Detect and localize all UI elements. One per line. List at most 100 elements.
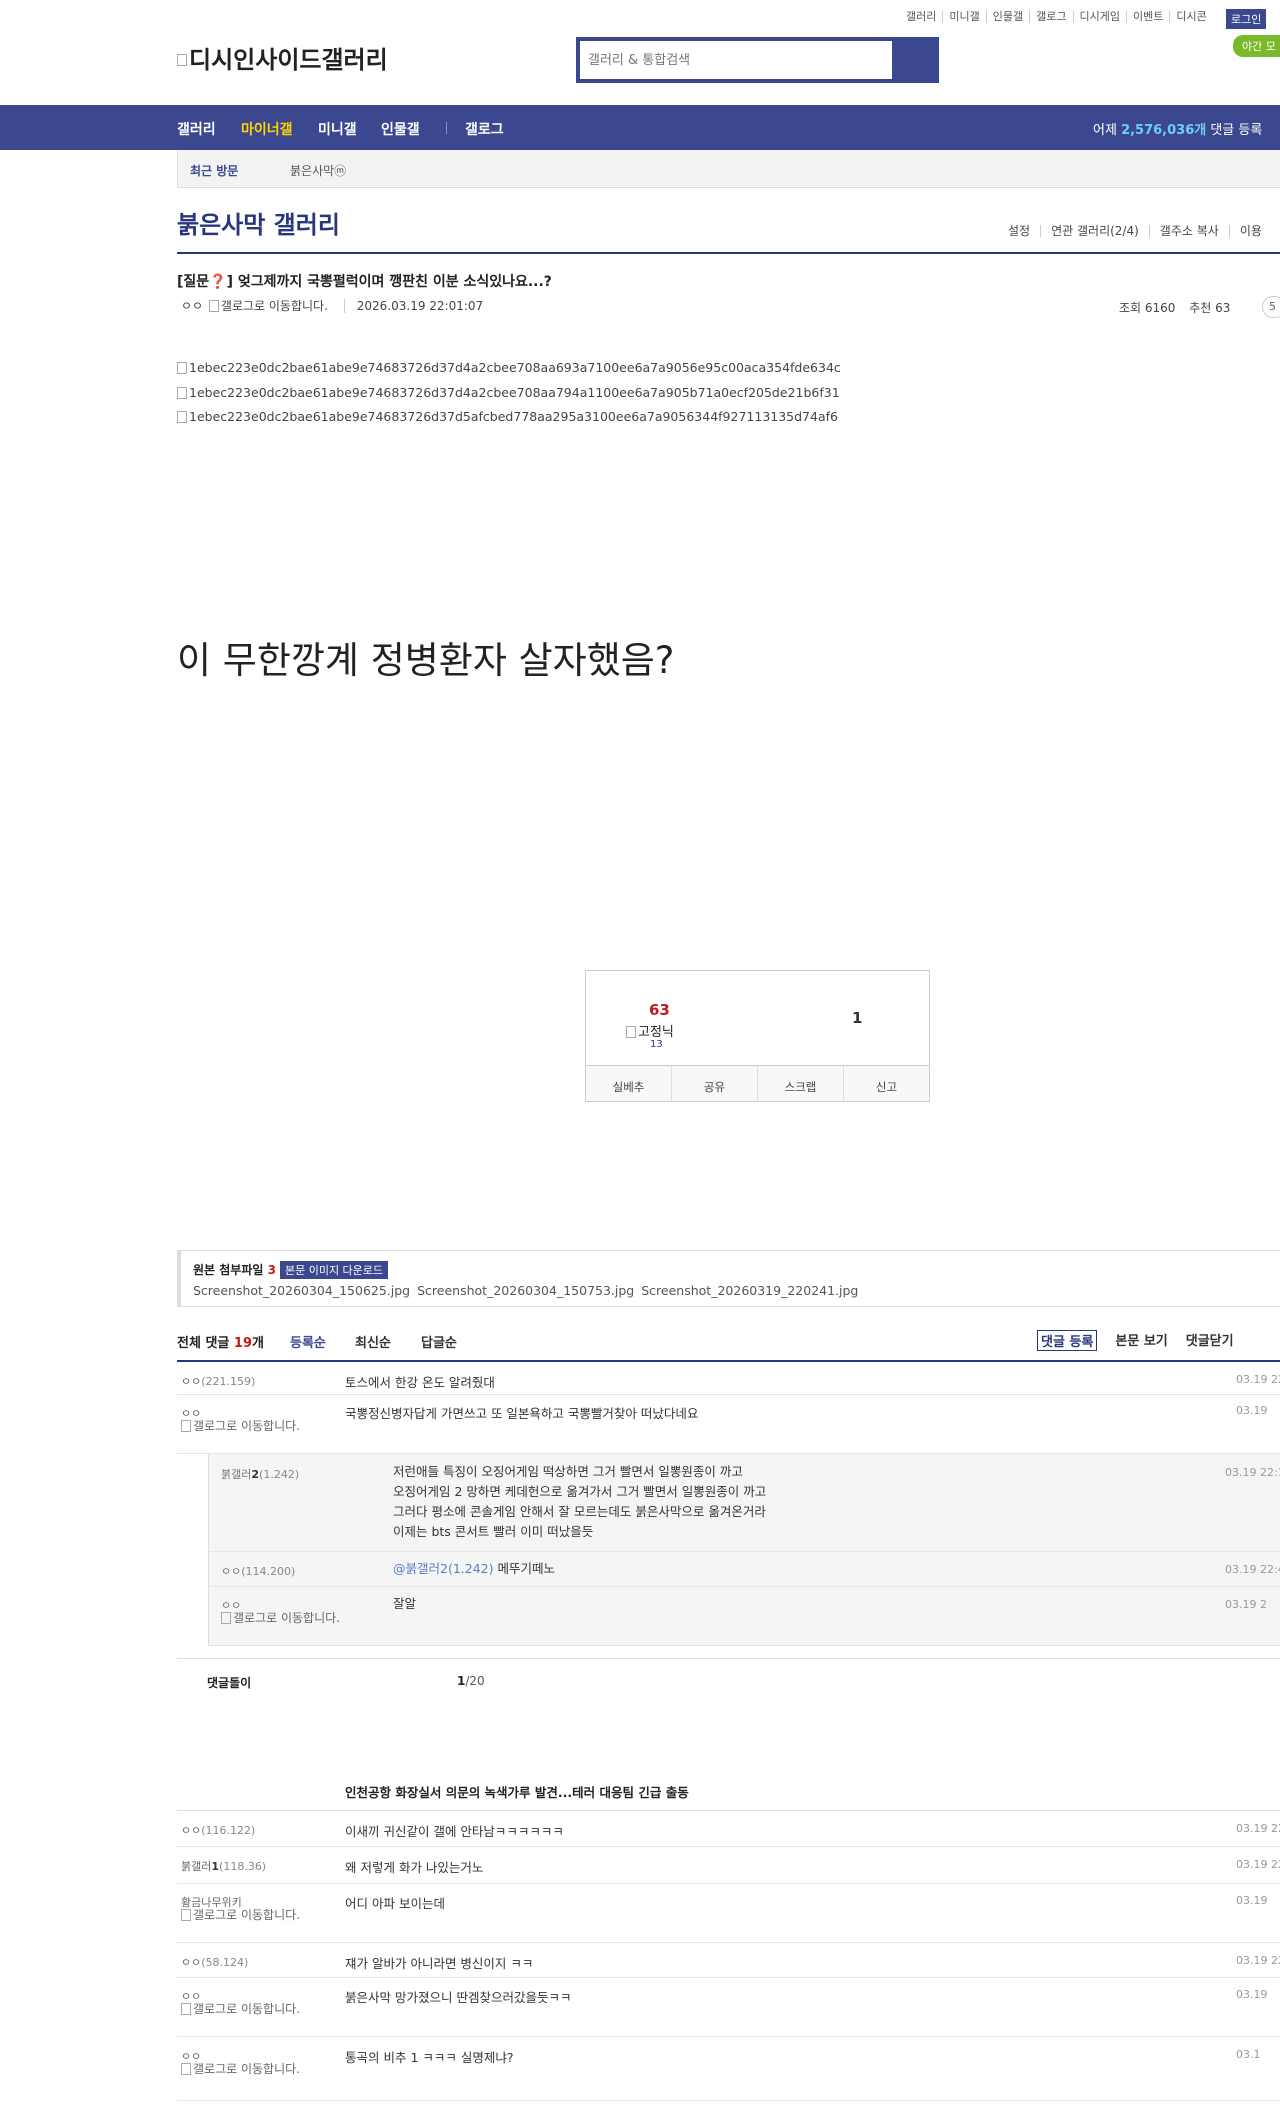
- yesterday-comment-count: 어제 2,576,036개 댓글 등록: [1093, 119, 1262, 138]
- close-comments-button[interactable]: 댓글닫기: [1186, 1330, 1234, 1351]
- image-alt-text: 1ebec223e0dc2bae61abe9e74683726d37d4a2cb…: [189, 360, 841, 375]
- sort-by-replies[interactable]: 답글순: [421, 1332, 457, 1351]
- attachment-file-link[interactable]: Screenshot_20260304_150753.jpg: [417, 1283, 634, 1298]
- top-link-minigall[interactable]: 미니갤: [942, 11, 985, 23]
- top-link-persongall[interactable]: 인물갤: [985, 11, 1029, 23]
- reply-text-body: 메뚜기떼노: [493, 1561, 555, 1576]
- report-button[interactable]: 신고: [843, 1066, 929, 1101]
- comments-total-count: 19: [233, 1336, 252, 1351]
- sort-by-registered[interactable]: 등록순: [290, 1332, 326, 1351]
- comment-text: 어디 아파 보이는데: [345, 1896, 445, 1911]
- best-recommend-button[interactable]: 실베추: [586, 1066, 671, 1101]
- comment-date: 03.1: [1236, 2048, 1261, 2061]
- comment-row: ㅇㅇ(116.122) 이새끼 귀신같이 갤에 안타남ㅋㅋㅋㅋㅋㅋ 03.19 …: [177, 1811, 1280, 1847]
- attachment-file-link[interactable]: Screenshot_20260319_220241.jpg: [641, 1283, 858, 1298]
- gallery-title[interactable]: 붉은사막 갤러리: [177, 205, 340, 240]
- news-headline-link[interactable]: 인천공항 화장실서 의문의 녹색가루 발견...테러 대응팀 긴급 출동: [345, 1782, 689, 1801]
- post-image-2[interactable]: 1ebec223e0dc2bae61abe9e74683726d37d4a2cb…: [177, 385, 840, 400]
- page: 갤러리 미니갤 인물갤 갤로그 디시게임 이벤트 디시콘 로그인 야간 모 디시…: [0, 0, 1280, 2110]
- gallog-link[interactable]: 갤로그로 이동합니다.: [221, 1611, 351, 1625]
- option-settings[interactable]: 설정: [1008, 225, 1040, 237]
- comments-total-unit: 개: [252, 1336, 264, 1351]
- fixed-nick-count: 13: [650, 1039, 663, 1050]
- attachment-file-link[interactable]: Screenshot_20260304_150625.jpg: [193, 1283, 410, 1298]
- comment-nick[interactable]: ㅇㅇ(58.124): [181, 1954, 248, 1970]
- reply-date: 03.19 22:4: [1225, 1563, 1280, 1576]
- reply-row: ㅇㅇ 갤로그로 이동합니다. 잘알 03.19 2: [208, 1587, 1280, 1646]
- option-usage[interactable]: 이용: [1228, 225, 1272, 237]
- gallog-link[interactable]: 갤로그로 이동합니다.: [207, 299, 328, 313]
- fixed-nick-recommend: 고정닉: [626, 1021, 674, 1040]
- nick-ip: (116.122): [201, 1824, 256, 1837]
- comment-page[interactable]: 1/20: [457, 1674, 485, 1688]
- scrap-button[interactable]: 스크랩: [757, 1066, 843, 1101]
- comment-nick[interactable]: ㅇㅇ(116.122): [181, 1822, 255, 1838]
- gallog-link[interactable]: 갤로그로 이동합니다.: [181, 2062, 311, 2076]
- reply-row: ㅇㅇ(114.200) @붉갤러2(1.242) 메뚜기떼노 03.19 22:…: [208, 1552, 1280, 1587]
- broken-image-icon: [177, 362, 187, 374]
- search-button[interactable]: [892, 41, 935, 79]
- gallog-link[interactable]: 갤로그로 이동합니다.: [181, 1419, 311, 1433]
- share-button[interactable]: 공유: [671, 1066, 757, 1101]
- comment-date: 03.19 22: [1236, 1822, 1280, 1835]
- nav-gallery[interactable]: 갤러리: [177, 119, 216, 139]
- top-link-dcgame[interactable]: 디시게임: [1072, 11, 1126, 23]
- comment-text: 붉은사막 망가졌으니 딴겜찾으러갔을듯ㅋㅋ: [345, 1990, 572, 2005]
- reply-nick[interactable]: 붉갤러2(1.242): [221, 1466, 299, 1482]
- top-links: 갤러리 미니갤 인물갤 갤로그 디시게임 이벤트 디시콘: [900, 11, 1213, 23]
- reply-mention-link[interactable]: @붉갤러2(1.242): [393, 1561, 494, 1576]
- post-info: ㅇㅇ 갤로그로 이동합니다. 2026.03.19 22:01:07: [181, 297, 484, 314]
- nav-gallog[interactable]: 갤로그: [465, 119, 504, 139]
- site-logo[interactable]: 디시인사이드갤러리: [177, 40, 388, 75]
- broken-image-icon: [181, 1420, 191, 1432]
- option-related-galleries[interactable]: 연관 갤러리(2/4): [1040, 225, 1149, 237]
- broken-image-icon: [177, 54, 187, 66]
- option-copy-address[interactable]: 갤주소 복사: [1148, 225, 1229, 237]
- night-mode-toggle[interactable]: 야간 모: [1233, 35, 1280, 57]
- recent-gallery-link[interactable]: 붉은사막ⓜ: [290, 162, 346, 179]
- comment-nick[interactable]: ㅇㅇ(221.159): [181, 1373, 255, 1389]
- nav-mini-gallery[interactable]: 미니갤: [318, 119, 357, 139]
- gallog-alt-text: 갤로그로 이동합니다.: [193, 1908, 300, 1922]
- top-link-gallog[interactable]: 갤로그: [1029, 11, 1072, 23]
- login-button[interactable]: 로그인: [1226, 9, 1267, 29]
- top-link-event[interactable]: 이벤트: [1125, 11, 1169, 23]
- comments-bar: 전체 댓글 19개 등록순 최신순 답글순 댓글 등록 본문 보기 댓글닫기: [177, 1330, 1280, 1362]
- comment-date: 03.19: [1236, 1894, 1268, 1907]
- sort-by-latest[interactable]: 최신순: [355, 1332, 391, 1351]
- recommend-actions: 실베추 공유 스크랩 신고: [586, 1065, 929, 1101]
- post-image-3[interactable]: 1ebec223e0dc2bae61abe9e74683726d37d5afcb…: [177, 409, 838, 424]
- nav-minor-gallery[interactable]: 마이너갤: [241, 119, 293, 139]
- reply-line: 그러다 평소에 콘솔게임 안해서 잘 모르는데도 붉은사막으로 옮겨온거라: [393, 1504, 766, 1519]
- comment-date: 03.19 22: [1236, 1373, 1280, 1386]
- post-author[interactable]: ㅇㅇ: [181, 299, 203, 313]
- gallog-link[interactable]: 갤로그로 이동합니다.: [181, 1908, 311, 1922]
- nick-number: 2: [251, 1468, 260, 1481]
- top-link-gallery[interactable]: 갤러리: [900, 11, 942, 23]
- downvote-count[interactable]: 1: [852, 1009, 862, 1027]
- reply-nick[interactable]: ㅇㅇ(114.200): [221, 1563, 295, 1579]
- attachments-title: 원본 첨부파일: [193, 1263, 264, 1277]
- comment-nick[interactable]: 붉갤러1(118.36): [181, 1858, 266, 1874]
- download-images-button[interactable]: 본문 이미지 다운로드: [279, 1261, 389, 1279]
- gallog-alt-text: 갤로그로 이동합니다.: [193, 1419, 300, 1433]
- gallery-options: 설정 연관 갤러리(2/4) 갤주소 복사 이용: [1008, 225, 1272, 237]
- post-image-1[interactable]: 1ebec223e0dc2bae61abe9e74683726d37d4a2cb…: [177, 360, 841, 375]
- reply-line: 저런애들 특징이 오징어게임 떡상하면 그거 빨면서 일뽕원종이 까고: [393, 1464, 743, 1479]
- broken-image-icon: [181, 2063, 191, 2075]
- reply-date: 03.19 22:1: [1225, 1466, 1280, 1479]
- upvote-count[interactable]: 63: [649, 1001, 670, 1019]
- view-body-button[interactable]: 본문 보기: [1115, 1330, 1167, 1351]
- top-link-dccon[interactable]: 디시콘: [1169, 11, 1212, 23]
- comment-date: 03.19 22: [1236, 1858, 1280, 1871]
- comment-count-badge[interactable]: 5: [1262, 296, 1280, 318]
- post-stats: 조회 6160 추천 63: [1119, 299, 1240, 316]
- comment-date: 03.19 22: [1236, 1954, 1280, 1967]
- search-input[interactable]: [580, 41, 893, 79]
- nick-ip: (221.159): [201, 1375, 256, 1388]
- nav-person-gallery[interactable]: 인물갤: [381, 119, 420, 139]
- gallog-alt-text: 갤로그로 이동합니다.: [233, 1611, 340, 1625]
- nick-text: ㅇㅇ: [221, 1565, 242, 1578]
- gallog-link[interactable]: 갤로그로 이동합니다.: [181, 2002, 311, 2016]
- comment-register-button[interactable]: 댓글 등록: [1037, 1330, 1098, 1351]
